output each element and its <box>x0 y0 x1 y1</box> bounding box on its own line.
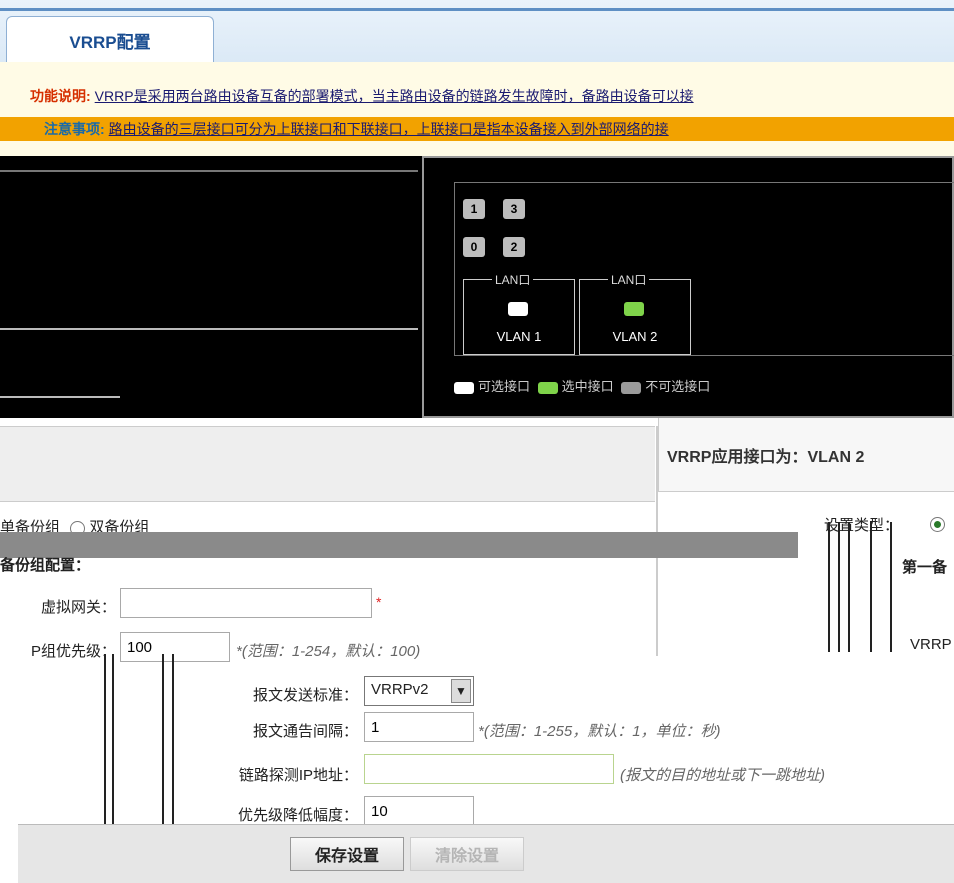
save-button[interactable]: 保存设置 <box>290 837 404 871</box>
feature-description-tag: 功能说明: <box>30 88 91 104</box>
selected-port-icon <box>537 381 558 394</box>
button-bar: 保存设置 清除设置 <box>18 824 954 883</box>
priority-hint: *(范围：1-254，默认：100) <box>236 643 421 660</box>
stripe <box>838 522 840 652</box>
stripe <box>870 522 872 652</box>
stripe <box>890 522 892 652</box>
probe-ip-label: 链路探测IP地址： <box>238 767 358 784</box>
notes: 注意事项: 路由设备的三层接口可分为上联接口和下联接口，上联接口是指本设备接入到外… <box>0 117 954 141</box>
stripe <box>828 522 830 652</box>
set-type-radio-checked[interactable] <box>930 517 945 532</box>
group-config-title: 备份组配置： <box>0 557 91 574</box>
section-bar <box>0 532 798 558</box>
interface-diagram: 1 3 0 2 LAN口 VLAN 1 LAN口 VLAN 2 <box>454 182 954 356</box>
available-port-icon <box>454 381 474 394</box>
lan-group-vlan2[interactable]: LAN口 VLAN 2 <box>579 271 691 355</box>
set-type-label: 设置类型： <box>824 517 900 534</box>
computer-icon <box>508 302 528 316</box>
feature-description-text: VRRP是采用两台路由设备互备的部署模式，当主路由设备的链路发生故障时，备路由设… <box>94 88 694 104</box>
send-std-value: VRRPv2 <box>371 681 429 698</box>
send-std-select[interactable]: VRRPv2 ▼ <box>364 676 474 706</box>
chevron-down-icon[interactable]: ▼ <box>451 679 471 703</box>
lan-label: LAN口 <box>492 271 534 288</box>
stripe <box>162 654 164 832</box>
topology-left-area <box>0 156 418 418</box>
port-0[interactable]: 0 <box>463 237 485 257</box>
virtual-gateway-input[interactable] <box>120 588 372 618</box>
priority-input[interactable] <box>120 632 230 662</box>
computer-icon <box>624 302 644 316</box>
vlan-label: VLAN 1 <box>496 329 542 344</box>
port-3[interactable]: 3 <box>503 199 525 219</box>
adv-interval-input[interactable] <box>364 712 474 742</box>
lan-label: LAN口 <box>608 271 650 288</box>
tab-bar: VRRP配置 <box>0 0 954 63</box>
vlan-label: VLAN 2 <box>612 329 658 344</box>
port-2[interactable]: 2 <box>503 237 525 257</box>
priority-reduce-label: 优先级降低幅度： <box>237 807 358 824</box>
stripe <box>112 654 114 832</box>
config-area: VRRP应用接口为：VLAN 2 单备份组 双备份组 设置类型： 备份组配置： … <box>0 418 954 883</box>
send-std-label: 报文发送标准： <box>252 687 358 704</box>
divider <box>0 328 418 330</box>
lan-group-vlan1[interactable]: LAN口 VLAN 1 <box>463 271 575 355</box>
probe-ip-input[interactable] <box>364 754 614 784</box>
notes-text: 路由设备的三层接口可分为上联接口和下联接口，上联接口是指本设备接入到外部网络的接 <box>108 121 669 137</box>
divider <box>0 170 418 172</box>
tab-vrrp-config[interactable]: VRRP配置 <box>6 16 214 63</box>
stripe <box>104 654 106 832</box>
port-legend: 可选接口 选中接口 不可选接口 <box>450 376 710 395</box>
priority-reduce-input[interactable] <box>364 796 474 826</box>
legend-available: 可选接口 <box>478 379 531 394</box>
port-1[interactable]: 1 <box>463 199 485 219</box>
left-section-header <box>0 426 655 502</box>
adv-interval-hint: *(范围：1-255，默认：1，单位：秒) <box>478 723 721 740</box>
unavailable-port-icon <box>621 381 642 394</box>
vrrp-fragment: VRRP <box>910 636 952 653</box>
priority-label: P组优先级： <box>30 643 116 660</box>
legend-selected: 选中接口 <box>561 379 614 394</box>
divider <box>0 396 120 398</box>
stripe <box>848 522 850 652</box>
stripe <box>172 654 174 832</box>
adv-interval-label: 报文通告间隔： <box>252 723 358 740</box>
tab-bar-accent <box>0 8 954 11</box>
apply-interface-title: VRRP应用接口为：VLAN 2 <box>658 418 954 492</box>
feature-description: 功能说明: VRRP是采用两台路由设备互备的部署模式，当主路由设备的链路发生故障时… <box>0 86 694 106</box>
virtual-gateway-label: 虚拟网关： <box>40 599 116 616</box>
required-mark: * <box>376 594 382 610</box>
notes-tag: 注意事项: <box>44 121 105 137</box>
probe-ip-hint: (报文的目的地址或下一跳地址) <box>620 767 825 784</box>
interface-panel: 1 3 0 2 LAN口 VLAN 1 LAN口 VLAN 2 可选接口 选中接… <box>422 156 954 418</box>
legend-unavailable: 不可选接口 <box>645 379 711 394</box>
clear-button[interactable]: 清除设置 <box>410 837 524 871</box>
first-group-title: 第一备 <box>902 559 948 576</box>
notice-panel: 功能说明: VRRP是采用两台路由设备互备的部署模式，当主路由设备的链路发生故障时… <box>0 62 954 157</box>
